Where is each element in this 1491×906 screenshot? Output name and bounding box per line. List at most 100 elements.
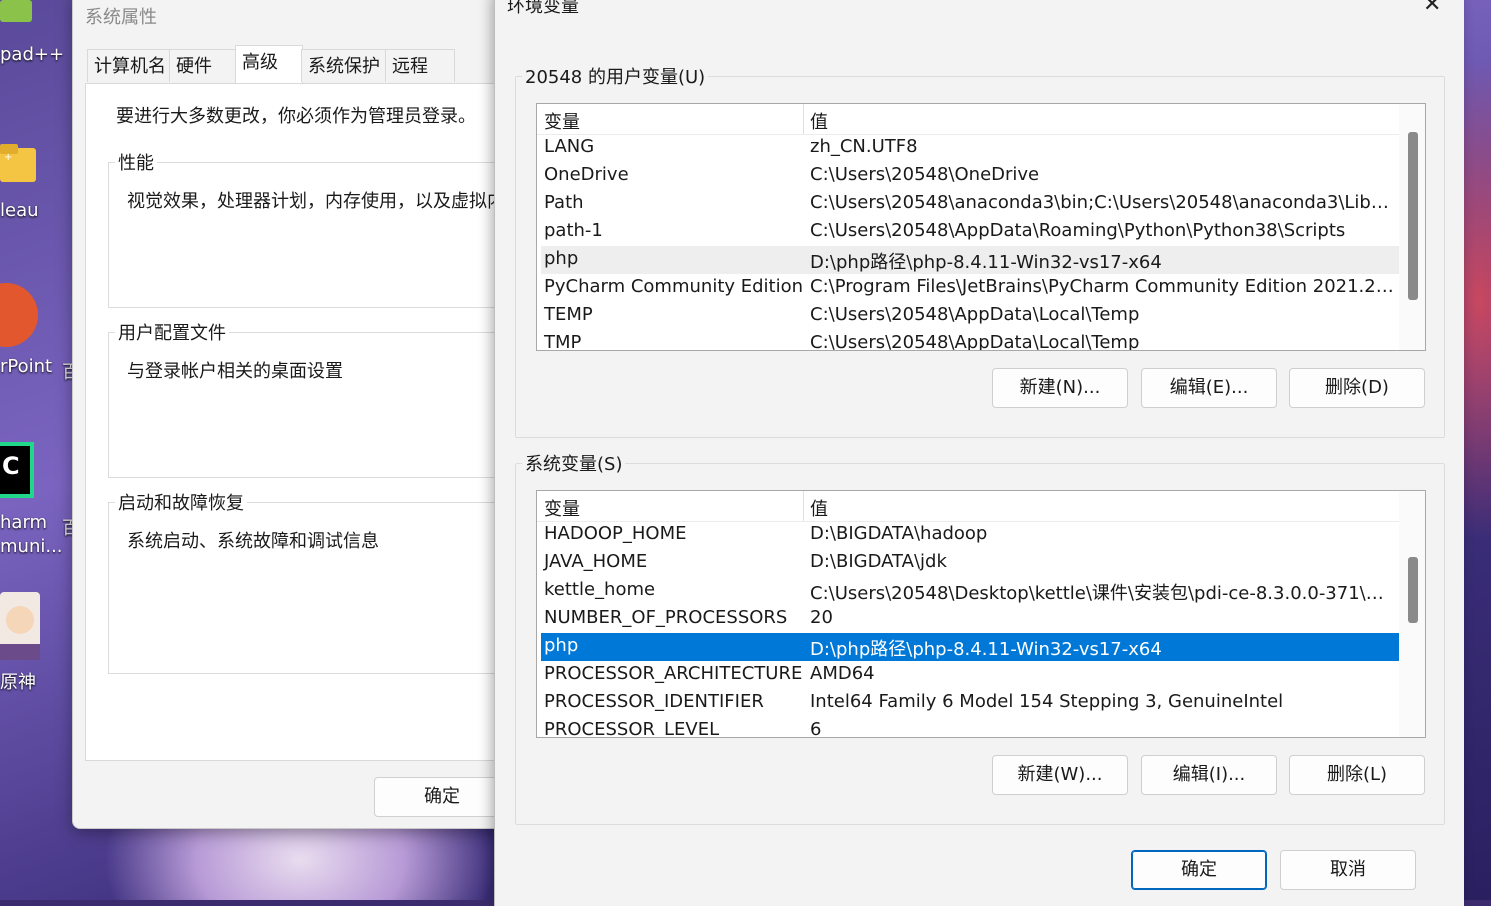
- user-variables-group: 20548 的用户变量(U) 变量 值 LANG zh_CN.UTF8 OneD…: [515, 63, 1445, 438]
- column-separator[interactable]: [803, 491, 804, 521]
- vertical-scrollbar[interactable]: [1399, 491, 1425, 737]
- performance-desc: 视觉效果，处理器计划，内存使用，以及虚拟内: [127, 191, 505, 212]
- startup-recovery-title: 启动和故障恢复: [115, 489, 247, 515]
- variable-value: 6: [810, 719, 822, 738]
- variable-name: PROCESSOR_ARCHITECTURE: [544, 663, 803, 684]
- tab-advanced[interactable]: 高级: [235, 45, 303, 84]
- close-icon[interactable]: ✕: [1423, 0, 1441, 17]
- variable-value: D:\php路径\php-8.4.11-Win32-vs17-x64: [810, 639, 1162, 660]
- tab-system-protection[interactable]: 系统保护: [301, 49, 389, 82]
- variable-value: C:\Users\20548\anaconda3\bin;C:\Users\20…: [810, 192, 1395, 213]
- table-row[interactable]: PROCESSOR_IDENTIFIER Intel64 Family 6 Mo…: [541, 689, 1399, 717]
- scrollbar-thumb[interactable]: [1408, 557, 1418, 623]
- system-new-button[interactable]: 新建(W)...: [992, 755, 1128, 795]
- table-row[interactable]: TMP C:\Users\20548\AppData\Local\Temp: [541, 330, 1399, 351]
- variable-name: PyCharm Community Edition: [544, 276, 804, 297]
- pycharm-icon[interactable]: C: [0, 440, 70, 500]
- system-delete-button[interactable]: 删除(L): [1289, 755, 1425, 795]
- system-edit-button[interactable]: 编辑(I)...: [1141, 755, 1277, 795]
- notepad-plus-plus-icon[interactable]: [0, 0, 70, 28]
- system-variables-group: 系统变量(S) 变量 值 HADOOP_HOME D:\BIGDATA\hado…: [515, 450, 1445, 825]
- table-row[interactable]: NUMBER_OF_PROCESSORS 20: [541, 605, 1399, 633]
- variable-value: zh_CN.UTF8: [810, 136, 918, 157]
- desktop-label-notepadpp[interactable]: pad++: [0, 44, 64, 65]
- variable-value: D:\BIGDATA\jdk: [810, 551, 947, 572]
- svg-text:C: C: [2, 452, 20, 480]
- folder-icon[interactable]: +: [0, 140, 70, 184]
- variable-name: NUMBER_OF_PROCESSORS: [544, 607, 788, 628]
- table-row[interactable]: TEMP C:\Users\20548\AppData\Local\Temp: [541, 302, 1399, 330]
- user-delete-button[interactable]: 删除(D): [1289, 368, 1425, 408]
- table-row-selected[interactable]: php D:\php路径\php-8.4.11-Win32-vs17-x64: [541, 633, 1399, 661]
- variable-name: JAVA_HOME: [544, 551, 648, 572]
- variable-value: C:\Users\20548\AppData\Roaming\Python\Py…: [810, 220, 1346, 241]
- column-header-value[interactable]: 值: [810, 108, 828, 134]
- variable-value: D:\BIGDATA\hadoop: [810, 523, 988, 544]
- table-row[interactable]: JAVA_HOME D:\BIGDATA\jdk: [541, 549, 1399, 577]
- user-profiles-group: 用户配置文件 与登录帐户相关的桌面设置: [108, 319, 520, 478]
- table-row[interactable]: PROCESSOR_LEVEL 6: [541, 717, 1399, 738]
- variable-name: PROCESSOR_IDENTIFIER: [544, 691, 764, 712]
- desktop-label-pycharm[interactable]: harm: [0, 512, 47, 533]
- startup-recovery-group: 启动和故障恢复 系统启动、系统故障和调试信息: [108, 489, 520, 674]
- variable-name: PROCESSOR_LEVEL: [544, 719, 720, 738]
- user-new-button[interactable]: 新建(N)...: [992, 368, 1128, 408]
- window-title: 系统属性: [85, 7, 157, 28]
- advanced-tab-panel: 要进行大多数更改，你必须作为管理员登录。 性能 视觉效果，处理器计划，内存使用，…: [85, 83, 520, 761]
- vertical-scrollbar[interactable]: [1399, 104, 1425, 350]
- performance-title: 性能: [115, 149, 157, 175]
- list-header: 变量 值: [537, 491, 1399, 522]
- cancel-button[interactable]: 取消: [1280, 850, 1416, 890]
- table-row[interactable]: LANG zh_CN.UTF8: [541, 134, 1399, 162]
- desktop-label-powerpoint[interactable]: rPoint: [0, 356, 52, 377]
- variable-name: path-1: [544, 220, 603, 241]
- user-edit-button[interactable]: 编辑(E)...: [1141, 368, 1277, 408]
- column-header-variable[interactable]: 变量: [544, 108, 580, 134]
- variable-value: C:\Users\20548\Desktop\kettle\课件\安装包\pdi…: [810, 583, 1395, 604]
- desktop-label-pycharm-2[interactable]: muni...: [0, 536, 63, 557]
- variable-value: Intel64 Family 6 Model 154 Stepping 3, G…: [810, 691, 1284, 712]
- system-properties-window: 系统属性 计算机名 硬件 高级 系统保护 远程 要进行大多数更改，你必须作为管理…: [72, 0, 520, 829]
- system-variables-list[interactable]: 变量 值 HADOOP_HOME D:\BIGDATA\hadoop JAVA_…: [536, 490, 1426, 738]
- variable-name: php: [544, 635, 579, 656]
- powerpoint-icon[interactable]: [0, 282, 70, 348]
- user-profiles-title: 用户配置文件: [115, 319, 229, 345]
- column-header-value[interactable]: 值: [810, 495, 828, 521]
- variable-value: 20: [810, 607, 833, 628]
- user-profiles-desc: 与登录帐户相关的桌面设置: [127, 361, 343, 382]
- tab-computer-name[interactable]: 计算机名: [87, 49, 175, 82]
- column-separator[interactable]: [803, 104, 804, 134]
- variable-name: php: [544, 248, 579, 269]
- table-row[interactable]: path-1 C:\Users\20548\AppData\Roaming\Py…: [541, 218, 1399, 246]
- table-row[interactable]: PROCESSOR_ARCHITECTURE AMD64: [541, 661, 1399, 689]
- variable-name: TEMP: [544, 304, 593, 325]
- desktop-label-tableau[interactable]: leau: [0, 200, 39, 221]
- variable-value: C:\Program Files\JetBrains\PyCharm Commu…: [810, 276, 1395, 297]
- variable-value: C:\Users\20548\AppData\Local\Temp: [810, 332, 1140, 351]
- table-row[interactable]: OneDrive C:\Users\20548\OneDrive: [541, 162, 1399, 190]
- tab-remote[interactable]: 远程: [385, 49, 455, 82]
- table-row[interactable]: kettle_home C:\Users\20548\Desktop\kettl…: [541, 577, 1399, 605]
- tab-hardware[interactable]: 硬件: [169, 49, 239, 82]
- variable-name: OneDrive: [544, 164, 629, 185]
- svg-text:+: +: [4, 152, 12, 163]
- user-variables-list[interactable]: 变量 值 LANG zh_CN.UTF8 OneDrive C:\Users\2…: [536, 103, 1426, 351]
- dialog-title: 环境变量: [507, 0, 579, 17]
- genshin-icon[interactable]: [0, 592, 70, 662]
- table-row[interactable]: Path C:\Users\20548\anaconda3\bin;C:\Use…: [541, 190, 1399, 218]
- startup-recovery-desc: 系统启动、系统故障和调试信息: [127, 531, 379, 552]
- table-row[interactable]: PyCharm Community Edition C:\Program Fil…: [541, 274, 1399, 302]
- variable-value: C:\Users\20548\AppData\Local\Temp: [810, 304, 1140, 325]
- scrollbar-thumb[interactable]: [1408, 132, 1418, 300]
- ok-button[interactable]: 确定: [374, 777, 510, 817]
- variable-name: LANG: [544, 136, 595, 157]
- environment-variables-dialog: 环境变量 ✕ 20548 的用户变量(U) 变量 值 LANG zh_CN.UT…: [494, 0, 1464, 906]
- system-variables-legend: 系统变量(S): [522, 450, 626, 476]
- column-header-variable[interactable]: 变量: [544, 495, 580, 521]
- desktop-label-genshin[interactable]: 原神: [0, 668, 36, 694]
- ok-button[interactable]: 确定: [1131, 850, 1267, 890]
- table-row-hovered[interactable]: php D:\php路径\php-8.4.11-Win32-vs17-x64: [541, 246, 1399, 274]
- table-row[interactable]: HADOOP_HOME D:\BIGDATA\hadoop: [541, 521, 1399, 549]
- user-variables-legend: 20548 的用户变量(U): [522, 63, 709, 89]
- variable-name: kettle_home: [544, 579, 656, 600]
